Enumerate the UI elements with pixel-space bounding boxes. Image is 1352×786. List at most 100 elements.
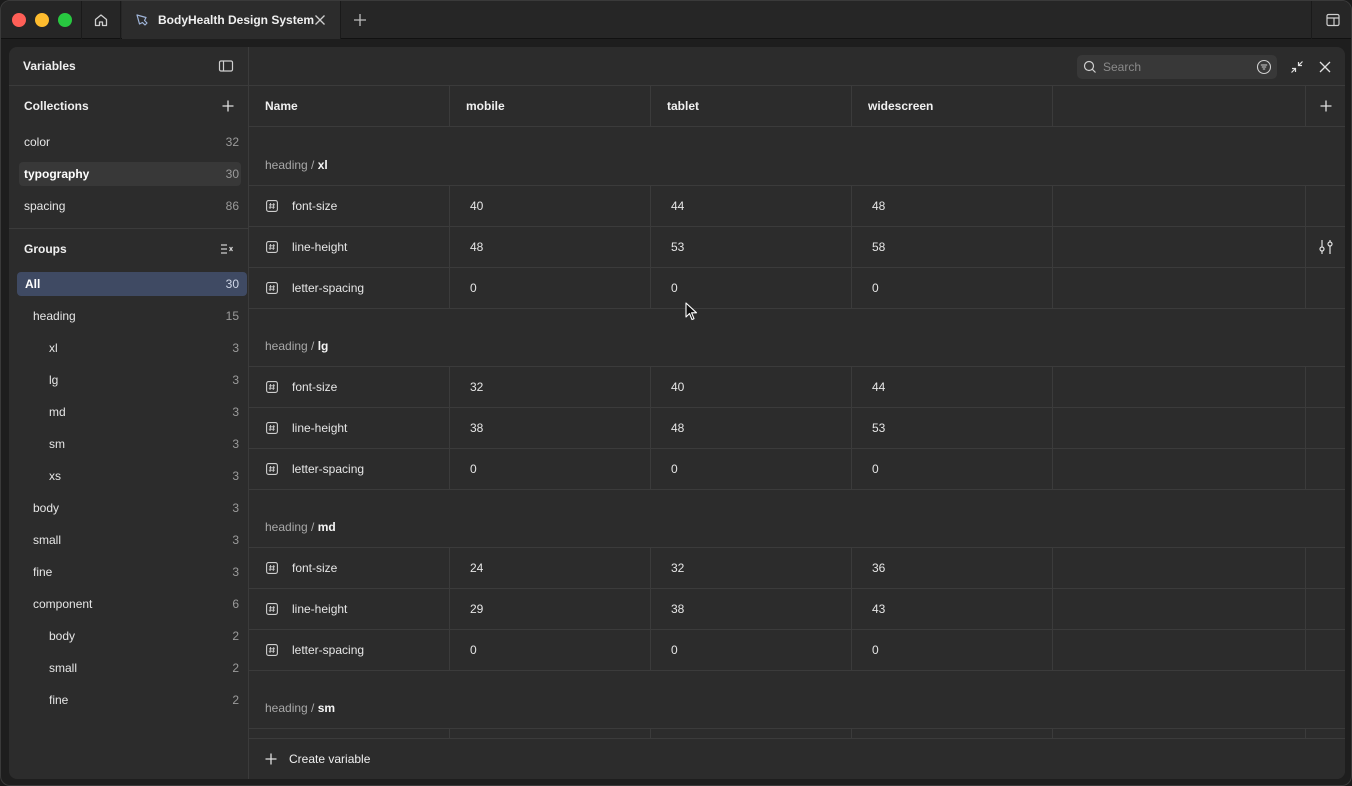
variable-value-cell[interactable] bbox=[651, 729, 852, 738]
tab-design-file[interactable]: BodyHealth Design System bbox=[122, 1, 341, 39]
variable-name-cell[interactable]: line-height bbox=[249, 408, 450, 448]
group-name: lg bbox=[317, 339, 329, 353]
group-path: heading / bbox=[265, 158, 318, 172]
variable-value-cell[interactable]: 48 bbox=[450, 227, 651, 267]
variable-name-cell[interactable]: letter-spacing bbox=[249, 268, 450, 308]
variable-value-cell[interactable]: 48 bbox=[852, 186, 1053, 226]
group-item-xl[interactable]: xl 3 bbox=[9, 332, 248, 364]
column-header-mobile[interactable]: mobile bbox=[450, 86, 651, 126]
variable-name-cell[interactable]: letter-spacing bbox=[249, 630, 450, 670]
variable-value-cell[interactable] bbox=[852, 729, 1053, 738]
close-panel-button[interactable] bbox=[1315, 57, 1335, 77]
create-variable-button[interactable]: Create variable bbox=[249, 738, 1345, 779]
row-action-cell bbox=[1306, 548, 1345, 588]
new-tab-button[interactable] bbox=[351, 11, 369, 29]
home-button[interactable] bbox=[81, 1, 121, 39]
edit-variable-button[interactable] bbox=[1306, 227, 1345, 267]
group-item-fine[interactable]: fine 2 bbox=[9, 684, 248, 716]
variable-value-cell[interactable]: 0 bbox=[651, 268, 852, 308]
search-box[interactable] bbox=[1077, 55, 1277, 79]
variable-value-cell[interactable]: 40 bbox=[651, 367, 852, 407]
group-item-body[interactable]: body 2 bbox=[9, 620, 248, 652]
variable-value-cell[interactable]: 38 bbox=[651, 589, 852, 629]
variable-value-cell[interactable]: 44 bbox=[852, 367, 1053, 407]
add-collection-button[interactable] bbox=[222, 100, 234, 112]
table-row[interactable] bbox=[249, 729, 1345, 738]
variable-value-cell[interactable]: 32 bbox=[450, 367, 651, 407]
window-layout-button[interactable] bbox=[1311, 1, 1351, 39]
column-header-tablet[interactable]: tablet bbox=[651, 86, 852, 126]
variable-value-cell[interactable]: 44 bbox=[651, 186, 852, 226]
close-window-button[interactable] bbox=[12, 13, 26, 27]
collapse-button[interactable] bbox=[1287, 57, 1307, 77]
collection-item-color[interactable]: color 32 bbox=[9, 126, 248, 158]
table-row[interactable]: line-height 38 48 53 bbox=[249, 408, 1345, 449]
plus-icon bbox=[222, 100, 234, 112]
variable-value-cell[interactable]: 58 bbox=[852, 227, 1053, 267]
group-item-md[interactable]: md 3 bbox=[9, 396, 248, 428]
variable-value-cell[interactable]: 36 bbox=[852, 548, 1053, 588]
variable-value-cell[interactable]: 0 bbox=[450, 449, 651, 489]
group-item-heading[interactable]: heading 15 bbox=[9, 300, 248, 332]
table-row[interactable]: font-size 24 32 36 bbox=[249, 548, 1345, 589]
variable-value-cell[interactable]: 0 bbox=[450, 630, 651, 670]
variable-name-cell[interactable]: line-height bbox=[249, 589, 450, 629]
group-item-body[interactable]: body 3 bbox=[9, 492, 248, 524]
variable-name-cell[interactable]: font-size bbox=[249, 186, 450, 226]
group-item-small[interactable]: small 3 bbox=[9, 524, 248, 556]
variable-value-cell[interactable]: 0 bbox=[852, 630, 1053, 670]
filter-button[interactable] bbox=[1255, 58, 1273, 76]
variable-value-cell[interactable]: 0 bbox=[651, 630, 852, 670]
variable-name-cell[interactable]: font-size bbox=[249, 548, 450, 588]
variable-name-cell[interactable]: letter-spacing bbox=[249, 449, 450, 489]
group-item-small[interactable]: small 2 bbox=[9, 652, 248, 684]
group-item-xs[interactable]: xs 3 bbox=[9, 460, 248, 492]
variable-name-cell[interactable] bbox=[249, 729, 450, 738]
tab-close-button[interactable] bbox=[312, 12, 328, 28]
group-item-fine[interactable]: fine 3 bbox=[9, 556, 248, 588]
sidebar-toggle-button[interactable] bbox=[218, 58, 234, 74]
search-input[interactable] bbox=[1103, 60, 1253, 74]
variable-name-cell[interactable]: font-size bbox=[249, 367, 450, 407]
row-action-cell bbox=[1306, 449, 1345, 489]
variable-value-cell[interactable]: 53 bbox=[651, 227, 852, 267]
table-row[interactable]: letter-spacing 0 0 0 bbox=[249, 268, 1345, 309]
maximize-window-button[interactable] bbox=[58, 13, 72, 27]
group-item-sm[interactable]: sm 3 bbox=[9, 428, 248, 460]
group-item-lg[interactable]: lg 3 bbox=[9, 364, 248, 396]
column-header-widescreen[interactable]: widescreen bbox=[852, 86, 1053, 126]
variable-value-cell[interactable]: 0 bbox=[651, 449, 852, 489]
variable-value: 48 bbox=[671, 421, 685, 435]
variable-value-cell[interactable]: 0 bbox=[450, 268, 651, 308]
variable-value-cell[interactable]: 53 bbox=[852, 408, 1053, 448]
add-mode-button[interactable] bbox=[1306, 86, 1345, 126]
variable-value-cell[interactable]: 0 bbox=[852, 449, 1053, 489]
variable-value-cell[interactable]: 40 bbox=[450, 186, 651, 226]
table-row[interactable]: font-size 32 40 44 bbox=[249, 367, 1345, 408]
variable-value-cell[interactable] bbox=[450, 729, 651, 738]
table-row[interactable]: letter-spacing 0 0 0 bbox=[249, 449, 1345, 490]
variable-value-cell[interactable]: 24 bbox=[450, 548, 651, 588]
table-row[interactable]: letter-spacing 0 0 0 bbox=[249, 630, 1345, 671]
minimize-window-button[interactable] bbox=[35, 13, 49, 27]
variable-value-cell[interactable]: 0 bbox=[852, 268, 1053, 308]
table-row[interactable]: line-height 29 38 43 bbox=[249, 589, 1345, 630]
variable-value-cell[interactable]: 38 bbox=[450, 408, 651, 448]
variable-name-cell[interactable]: line-height bbox=[249, 227, 450, 267]
collection-item-typography[interactable]: typography 30 bbox=[9, 158, 248, 190]
column-header-name[interactable]: Name bbox=[249, 86, 450, 126]
sort-groups-button[interactable] bbox=[220, 242, 234, 256]
variable-value-cell[interactable]: 48 bbox=[651, 408, 852, 448]
variable-value-cell[interactable]: 32 bbox=[651, 548, 852, 588]
collection-count: 86 bbox=[225, 199, 239, 213]
collection-item-spacing[interactable]: spacing 86 bbox=[9, 190, 248, 222]
group-item-All[interactable]: All 30 bbox=[9, 268, 248, 300]
variable-value: 0 bbox=[671, 281, 678, 295]
variable-value-cell[interactable]: 43 bbox=[852, 589, 1053, 629]
app-window: BodyHealth Design System Variables Colle… bbox=[0, 0, 1352, 786]
table-row[interactable]: line-height 48 53 58 bbox=[249, 227, 1345, 268]
table-row[interactable]: font-size 40 44 48 bbox=[249, 186, 1345, 227]
group-item-component[interactable]: component 6 bbox=[9, 588, 248, 620]
table-header: Name mobile tablet widescreen bbox=[249, 86, 1345, 127]
variable-value-cell[interactable]: 29 bbox=[450, 589, 651, 629]
